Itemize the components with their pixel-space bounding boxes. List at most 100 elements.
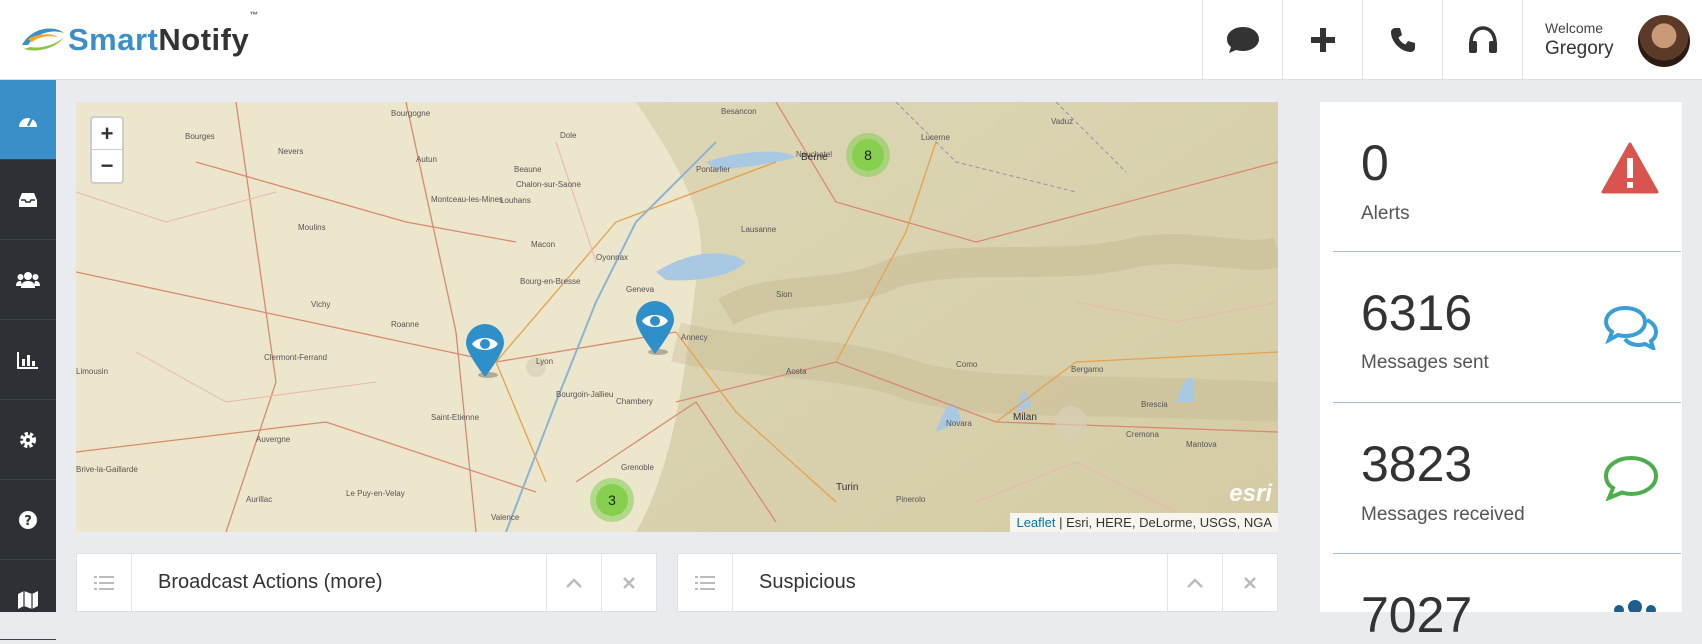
- svg-text:Nevers: Nevers: [278, 147, 303, 156]
- svg-text:Annecy: Annecy: [681, 333, 708, 342]
- svg-text:Aurillac: Aurillac: [246, 495, 272, 504]
- chat-bubble-icon: [1226, 27, 1259, 53]
- svg-text:Beaune: Beaune: [514, 165, 542, 174]
- messages-button[interactable]: [1202, 0, 1282, 80]
- svg-text:Bourgogne: Bourgogne: [391, 109, 431, 118]
- close-icon: [623, 576, 635, 589]
- avatar[interactable]: [1638, 15, 1690, 67]
- stat-messages-sent[interactable]: 6316 Messages sent: [1333, 252, 1681, 403]
- panel-title: Suspicious: [759, 571, 856, 593]
- close-button[interactable]: [601, 554, 656, 611]
- stat-contacts[interactable]: 7027: [1333, 554, 1681, 643]
- map-label-milan: Milan: [1013, 412, 1037, 423]
- svg-text:Vaduz: Vaduz: [1051, 117, 1073, 126]
- settings-icon: [20, 431, 36, 448]
- sidebar-item-settings[interactable]: [0, 400, 56, 480]
- svg-text:Besancon: Besancon: [721, 107, 757, 116]
- svg-text:Pinerolo: Pinerolo: [896, 495, 926, 504]
- support-button[interactable]: [1442, 0, 1522, 80]
- sidebar-item-users[interactable]: [0, 240, 56, 320]
- eye-pin-icon: [636, 301, 674, 355]
- sidebar-item-help[interactable]: ?: [0, 480, 56, 560]
- svg-text:?: ?: [24, 514, 32, 529]
- svg-text:Aosta: Aosta: [786, 367, 807, 376]
- svg-text:Cremona: Cremona: [1126, 430, 1159, 439]
- users-icon: [1614, 600, 1656, 612]
- map-pin[interactable]: [464, 323, 506, 384]
- user-menu[interactable]: Welcome Gregory: [1522, 0, 1702, 80]
- call-button[interactable]: [1362, 0, 1442, 80]
- svg-text:Geneva: Geneva: [626, 285, 655, 294]
- svg-text:Pontarlier: Pontarlier: [696, 165, 731, 174]
- sidebar-item-map[interactable]: [0, 560, 56, 640]
- phone-icon: [1390, 28, 1415, 52]
- map-icon: [18, 590, 38, 609]
- esri-logo: esri: [1229, 480, 1272, 507]
- stat-value: 7027: [1361, 587, 1473, 643]
- list-icon: [94, 575, 114, 590]
- leaflet-link[interactable]: Leaflet: [1016, 515, 1055, 530]
- marker-cluster[interactable]: 8: [846, 133, 890, 177]
- stat-label: Messages received: [1361, 504, 1525, 525]
- help-icon: ?: [19, 510, 37, 529]
- svg-text:Montceau-les-Mines: Montceau-les-Mines: [431, 195, 503, 204]
- dashboard-icon: [19, 116, 37, 127]
- collapse-button[interactable]: [1167, 554, 1222, 611]
- suspicious-panel: Suspicious: [677, 553, 1278, 612]
- svg-text:Macon: Macon: [531, 240, 555, 249]
- chat-outline-icon: [1603, 455, 1659, 501]
- svg-text:Louhans: Louhans: [500, 196, 531, 205]
- stat-messages-received[interactable]: 3823 Messages received: [1333, 403, 1681, 554]
- collapse-button[interactable]: [546, 554, 601, 611]
- svg-text:Sion: Sion: [776, 290, 792, 299]
- svg-text:Roanne: Roanne: [391, 320, 420, 329]
- chevron-up-icon: [566, 577, 582, 588]
- map-attribution: Leaflet | Esri, HERE, DeLorme, USGS, NGA: [1010, 513, 1278, 532]
- svg-text:Chambery: Chambery: [616, 397, 653, 406]
- svg-text:Clermont-Ferrand: Clermont-Ferrand: [264, 353, 327, 362]
- svg-text:Autun: Autun: [416, 155, 437, 164]
- marker-cluster[interactable]: 3: [590, 478, 634, 522]
- chevron-up-icon: [1187, 577, 1203, 588]
- drag-handle[interactable]: [678, 554, 733, 611]
- drag-handle[interactable]: [77, 554, 132, 611]
- plus-icon: [1310, 28, 1335, 52]
- map-pin[interactable]: [634, 300, 676, 361]
- zoom-in-button[interactable]: +: [92, 118, 122, 150]
- svg-text:Novara: Novara: [946, 419, 972, 428]
- sidebar: ?: [0, 80, 56, 640]
- broadcast-actions-panel: Broadcast Actions (more): [76, 553, 657, 612]
- eye-pin-icon: [466, 324, 504, 378]
- stat-alerts[interactable]: 0 Alerts: [1333, 102, 1681, 252]
- stat-value: 3823: [1361, 436, 1473, 492]
- cluster-count: 3: [596, 484, 628, 516]
- map-label-turin: Turin: [836, 482, 858, 493]
- sidebar-item-inbox[interactable]: [0, 160, 56, 240]
- svg-text:Bourgoin-Jallieu: Bourgoin-Jallieu: [556, 390, 613, 399]
- chart-icon: [17, 351, 38, 369]
- stat-label: Alerts: [1361, 203, 1410, 224]
- stats-panel: 0 Alerts 6316 Messages sent 3823 Message…: [1320, 102, 1682, 643]
- smartnotify-logo[interactable]: SmartNotify™: [18, 10, 259, 58]
- welcome-label: Welcome: [1545, 20, 1604, 36]
- sidebar-item-reports[interactable]: [0, 320, 56, 400]
- svg-text:Le Puy-en-Velay: Le Puy-en-Velay: [346, 489, 405, 498]
- svg-text:Vichy: Vichy: [311, 300, 330, 309]
- stat-value: 0: [1361, 135, 1389, 191]
- cluster-count: 8: [852, 139, 884, 171]
- svg-text:Bourges: Bourges: [185, 132, 215, 141]
- add-button[interactable]: [1282, 0, 1362, 80]
- svg-text:Lausanne: Lausanne: [741, 225, 777, 234]
- top-toolbar: Welcome Gregory: [1202, 0, 1702, 80]
- sidebar-item-dashboard[interactable]: [0, 80, 56, 160]
- inbox-icon: [19, 192, 37, 207]
- zoom-out-button[interactable]: −: [92, 150, 122, 182]
- svg-text:Grenoble: Grenoble: [621, 463, 654, 472]
- close-button[interactable]: [1222, 554, 1277, 611]
- list-icon: [695, 575, 715, 590]
- svg-text:Lyon: Lyon: [536, 357, 553, 366]
- map-view[interactable]: Besancon Bourgogne Bourges Nevers Dole B…: [76, 102, 1278, 532]
- svg-text:Saint-Etienne: Saint-Etienne: [431, 413, 480, 422]
- logo-text: SmartNotify™: [68, 10, 259, 57]
- chat-bubbles-icon: [1603, 305, 1659, 350]
